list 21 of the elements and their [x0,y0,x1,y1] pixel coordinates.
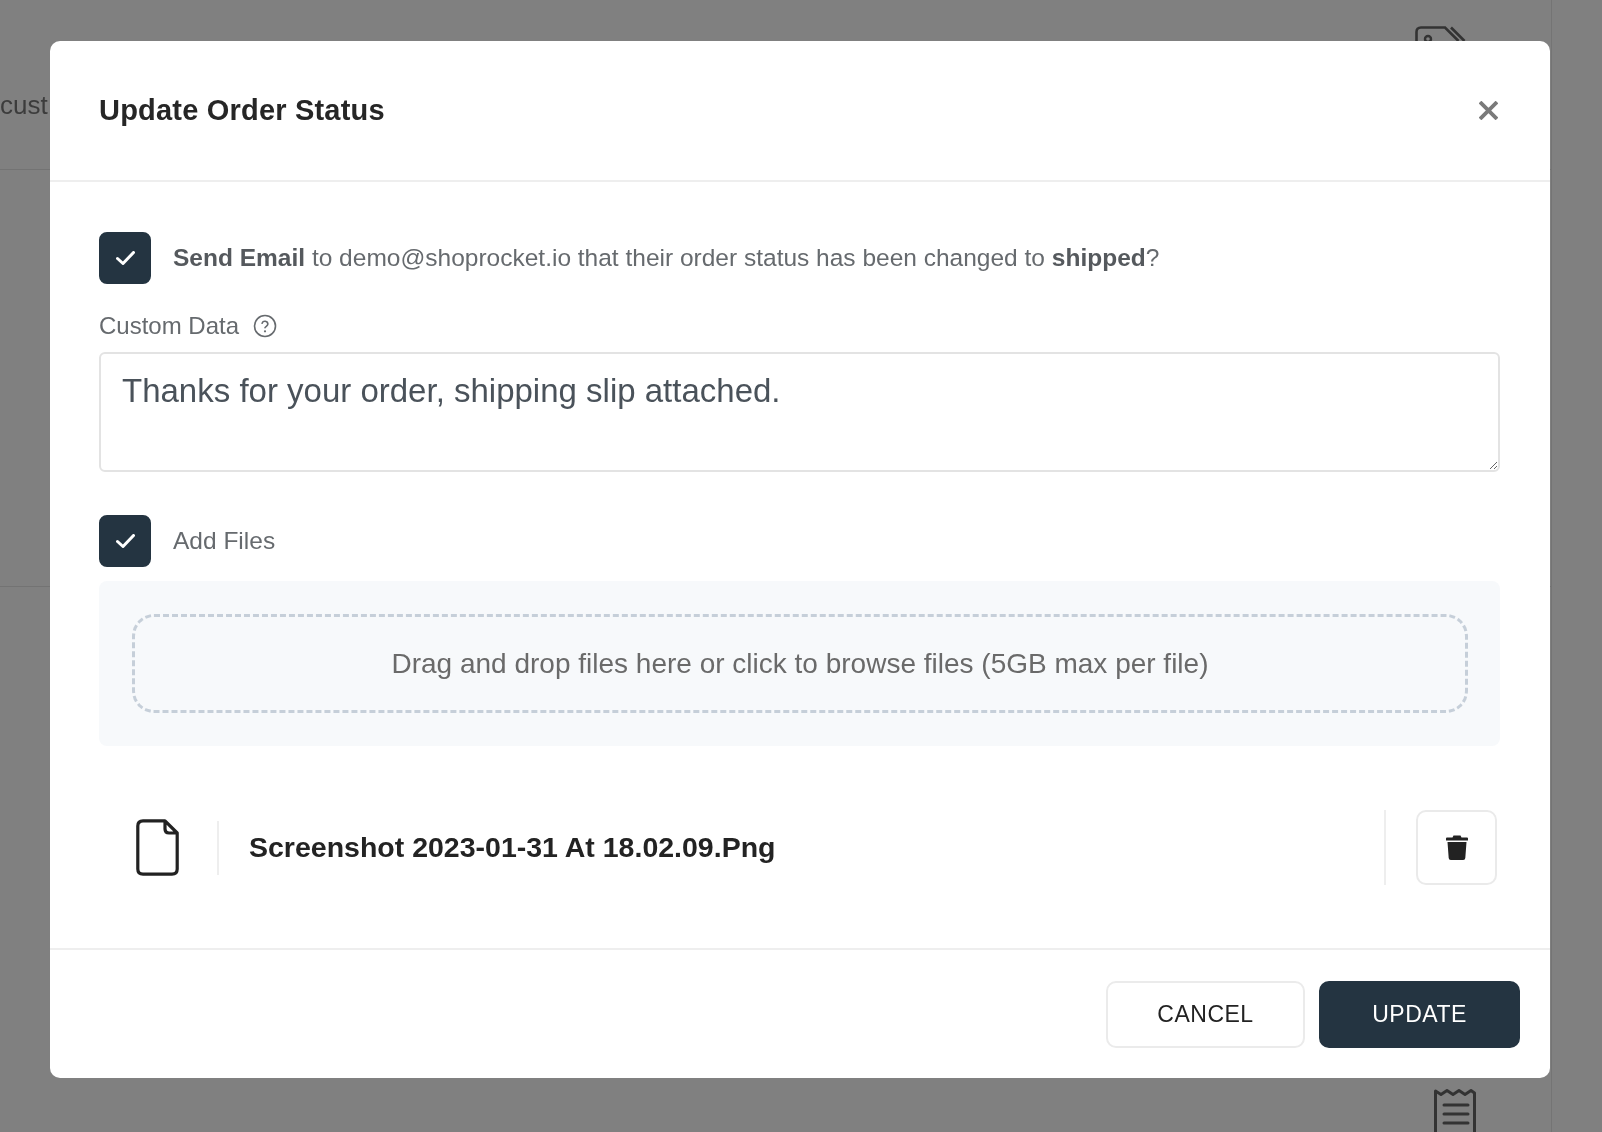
send-email-text: Send Email to demo@shoprocket.io that their order status has been changed to shipped? [173,244,1160,272]
checkbox[interactable] [99,515,151,567]
dialog-title: Update Order Status [99,94,385,127]
trash-icon [1445,835,1468,860]
custom-data-label: Custom Data [99,312,240,340]
background-heading: cust [0,90,48,120]
file-icon [136,819,179,876]
file-drop-zone[interactable]: Drag and drop files here or click to browse files (5GB max per file) [132,614,1468,713]
add-files-label: Add Files [173,527,276,555]
help-icon[interactable] [253,314,278,338]
update-button[interactable]: UPDATE [1319,981,1520,1048]
cancel-button[interactable]: CANCEL [1106,981,1305,1048]
close-button[interactable] [1479,101,1498,120]
checkmark-icon [115,251,135,265]
file-name: Screenshot 2023-01-31 At 18.02.09.Png [249,831,777,864]
custom-data-field[interactable]: Thanks for your order, shipping slip attached. [99,352,1500,472]
checkmark-icon [115,534,135,548]
checkbox[interactable] [99,232,151,284]
delete-file-button[interactable] [1416,810,1497,885]
close-icon [1479,101,1498,120]
receipt-icon [1433,1088,1477,1132]
